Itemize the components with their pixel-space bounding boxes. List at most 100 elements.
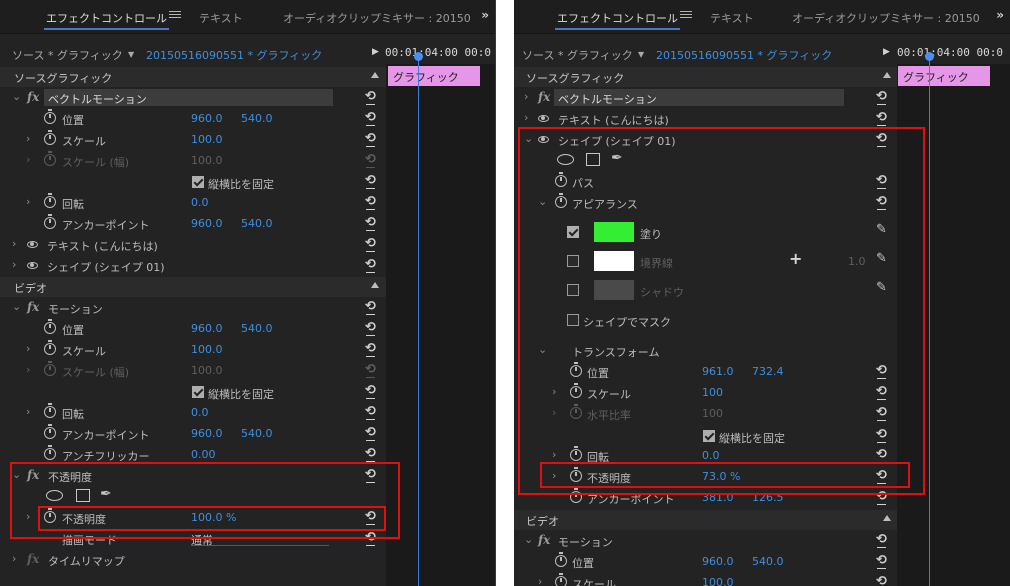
collapse-triangle-icon[interactable] bbox=[371, 282, 379, 288]
source-clip-selector[interactable]: 20150516090551 * グラフィック bbox=[146, 47, 322, 63]
chevron-right-icon[interactable]: › bbox=[524, 111, 528, 124]
position-x-value[interactable]: 960.0 bbox=[191, 112, 223, 125]
effect-time-remap[interactable]: › fx タイムリマップ bbox=[0, 550, 386, 570]
stopwatch-icon[interactable] bbox=[555, 172, 567, 187]
section-video[interactable]: ビデオ bbox=[514, 510, 897, 530]
chevron-right-icon[interactable]: › bbox=[26, 405, 30, 418]
stopwatch-icon[interactable] bbox=[570, 467, 582, 482]
chevron-down-icon[interactable]: ⌄ bbox=[12, 468, 21, 481]
chevron-right-icon[interactable]: › bbox=[26, 342, 30, 355]
chevron-down-icon[interactable]: ⌄ bbox=[524, 533, 533, 546]
reset-icon[interactable]: ⟲ bbox=[365, 404, 376, 420]
group-appearance[interactable]: ⌄ アピアランス ⟲ bbox=[514, 193, 897, 213]
reset-icon[interactable]: ⟲ bbox=[876, 173, 887, 189]
reset-icon[interactable]: ⟲ bbox=[876, 89, 887, 105]
reset-icon[interactable]: ⟲ bbox=[876, 110, 887, 126]
eye-icon[interactable] bbox=[27, 262, 38, 269]
anchor-x-value[interactable]: 960.0 bbox=[191, 217, 223, 230]
reset-icon[interactable]: ⟲ bbox=[365, 530, 376, 546]
reset-icon[interactable]: ⟲ bbox=[365, 257, 376, 273]
stopwatch-icon[interactable] bbox=[44, 508, 56, 523]
reset-icon[interactable]: ⟲ bbox=[365, 341, 376, 357]
uniform-scale-checkbox[interactable] bbox=[192, 176, 204, 188]
shape-mask-checkbox[interactable] bbox=[567, 314, 579, 326]
rectangle-tool-icon[interactable] bbox=[76, 489, 90, 502]
uniform-scale-checkbox[interactable] bbox=[192, 386, 204, 398]
chevron-right-icon[interactable]: › bbox=[552, 448, 556, 461]
fx-icon[interactable]: fx bbox=[538, 533, 550, 547]
stopwatch-icon[interactable] bbox=[44, 109, 56, 124]
playhead-line[interactable] bbox=[929, 58, 930, 586]
chevron-right-icon[interactable]: › bbox=[12, 552, 16, 565]
fill-checkbox[interactable] bbox=[567, 226, 579, 238]
stopwatch-icon[interactable] bbox=[570, 488, 582, 503]
tab-text[interactable]: テキスト bbox=[710, 10, 754, 26]
tab-audio-clip-mixer[interactable]: オーディオクリップミキサー : 20150 bbox=[792, 10, 980, 26]
reset-icon[interactable]: ⟲ bbox=[876, 532, 887, 548]
mini-timeline[interactable] bbox=[897, 64, 1010, 586]
stopwatch-icon[interactable] bbox=[570, 383, 582, 398]
eye-icon[interactable] bbox=[27, 241, 38, 248]
pen-tool-icon[interactable]: ✒ bbox=[611, 150, 623, 166]
chevron-right-icon[interactable]: › bbox=[26, 510, 30, 523]
stopwatch-icon[interactable] bbox=[44, 193, 56, 208]
stopwatch-icon[interactable] bbox=[44, 424, 56, 439]
overflow-icon[interactable]: » bbox=[996, 8, 1004, 22]
eyedropper-icon[interactable]: ✎ bbox=[876, 251, 887, 266]
chevron-right-icon[interactable]: › bbox=[552, 469, 556, 482]
stroke-color-swatch[interactable] bbox=[594, 251, 634, 271]
stopwatch-icon[interactable] bbox=[44, 214, 56, 229]
tab-effect-controls[interactable]: エフェクトコントロール bbox=[555, 10, 680, 30]
stopwatch-icon[interactable] bbox=[570, 446, 582, 461]
effect-opacity[interactable]: ⌄ fx 不透明度 ⟲ bbox=[0, 466, 386, 486]
ellipse-tool-icon[interactable] bbox=[557, 154, 574, 165]
playhead-line[interactable] bbox=[418, 58, 419, 586]
effect-motion[interactable]: ⌄ fx モーション ⟲ bbox=[0, 298, 386, 318]
overflow-icon[interactable]: » bbox=[481, 8, 489, 22]
stopwatch-icon[interactable] bbox=[44, 403, 56, 418]
effect-vector-motion[interactable]: ⌄ fx ベクトルモーション ⟲ bbox=[0, 88, 386, 108]
reset-icon[interactable]: ⟲ bbox=[365, 173, 376, 189]
anti-flicker-value[interactable]: 0.00 bbox=[191, 448, 216, 461]
collapse-triangle-icon[interactable] bbox=[371, 72, 379, 78]
eyedropper-icon[interactable]: ✎ bbox=[876, 280, 887, 295]
position-y-value[interactable]: 540.0 bbox=[752, 555, 784, 568]
effect-motion[interactable]: ⌄ fx モーション ⟲ bbox=[514, 531, 897, 551]
anchor-x-value[interactable]: 381.0 bbox=[702, 491, 734, 504]
collapse-triangle-icon[interactable] bbox=[883, 72, 891, 78]
rotation-value[interactable]: 0.0 bbox=[191, 406, 209, 419]
eyedropper-icon[interactable]: ✎ bbox=[876, 222, 887, 237]
reset-icon[interactable]: ⟲ bbox=[876, 131, 887, 147]
layer-text[interactable]: › テキスト (こんにちは) ⟲ bbox=[514, 109, 897, 129]
reset-icon[interactable]: ⟲ bbox=[365, 467, 376, 483]
reset-icon[interactable]: ⟲ bbox=[876, 468, 887, 484]
layer-shape[interactable]: › シェイプ (シェイプ 01) ⟲ bbox=[0, 256, 386, 276]
tab-text[interactable]: テキスト bbox=[199, 10, 243, 26]
blend-mode-select[interactable]: 通常 ⌄ bbox=[191, 532, 329, 547]
reset-icon[interactable]: ⟲ bbox=[365, 446, 376, 462]
reset-icon[interactable]: ⟲ bbox=[365, 236, 376, 252]
reset-icon[interactable]: ⟲ bbox=[365, 509, 376, 525]
reset-icon[interactable]: ⟲ bbox=[876, 194, 887, 210]
chevron-down-icon[interactable]: ⌄ bbox=[12, 90, 21, 103]
chevron-down-icon[interactable]: ⌄ bbox=[12, 300, 21, 313]
fx-icon[interactable]: fx bbox=[27, 300, 39, 314]
source-dropdown-chevron-icon[interactable]: ▼ bbox=[128, 50, 134, 59]
rotation-value[interactable]: 0.0 bbox=[702, 449, 720, 462]
shadow-color-swatch[interactable] bbox=[594, 280, 634, 300]
timeline-clip-graphic[interactable]: グラフィック bbox=[898, 66, 990, 86]
stopwatch-icon[interactable] bbox=[555, 573, 567, 586]
reset-icon[interactable]: ⟲ bbox=[365, 320, 376, 336]
tab-audio-clip-mixer[interactable]: オーディオクリップミキサー : 20150 bbox=[283, 10, 471, 26]
reset-icon[interactable]: ⟲ bbox=[876, 427, 887, 443]
chevron-right-icon[interactable]: › bbox=[26, 195, 30, 208]
position-x-value[interactable]: 961.0 bbox=[702, 365, 734, 378]
anchor-x-value[interactable]: 960.0 bbox=[191, 427, 223, 440]
shadow-checkbox[interactable] bbox=[567, 284, 579, 296]
panel-menu-icon[interactable] bbox=[169, 9, 181, 21]
section-video[interactable]: ビデオ bbox=[0, 277, 386, 297]
position-y-value[interactable]: 540.0 bbox=[241, 322, 273, 335]
fx-icon[interactable]: fx bbox=[538, 90, 550, 104]
stopwatch-icon[interactable] bbox=[555, 552, 567, 567]
reset-icon[interactable]: ⟲ bbox=[876, 405, 887, 421]
